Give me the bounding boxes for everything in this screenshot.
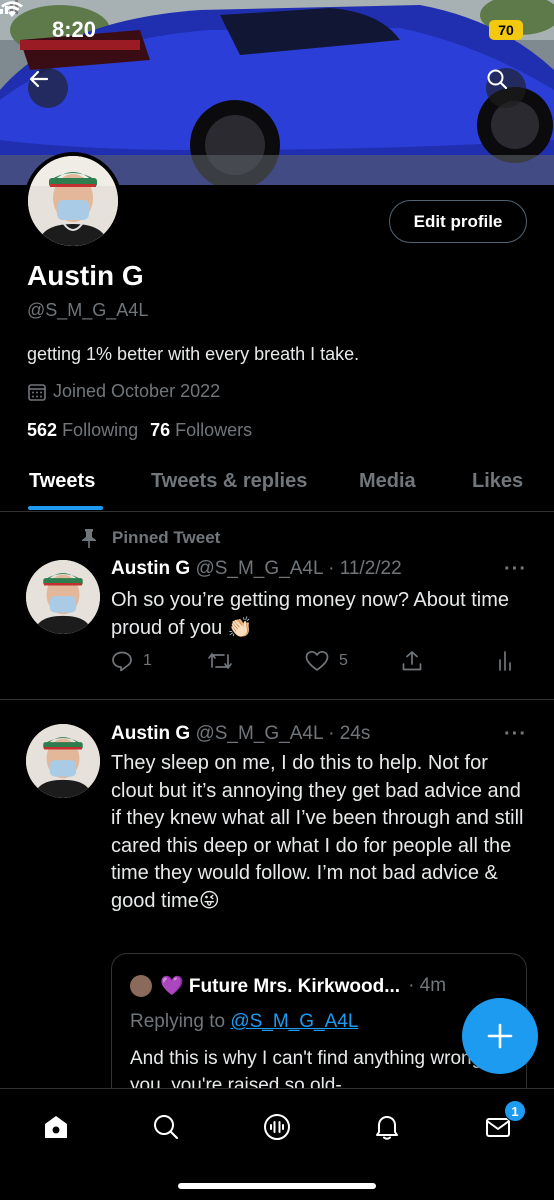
tweet-author-name[interactable]: Austin G xyxy=(111,558,190,579)
followers-label: Followers xyxy=(175,420,253,440)
followers-link[interactable]: 76 Followers xyxy=(150,420,252,441)
tweet-actions: 1 5 xyxy=(111,650,521,676)
tweet-text: Oh so you’re getting money now? About ti… xyxy=(111,589,510,639)
profile-handle: @S_M_G_A4L xyxy=(27,300,149,320)
pin-icon xyxy=(82,529,96,548)
avatar-image xyxy=(26,724,100,798)
following-label: Following xyxy=(62,420,139,440)
analytics-button[interactable] xyxy=(497,650,513,672)
heart-icon xyxy=(305,650,329,671)
status-bar: 8:20 70 xyxy=(0,0,554,56)
compose-tweet-button[interactable] xyxy=(462,998,538,1074)
tweet-avatar[interactable] xyxy=(26,560,100,634)
tweet-meta: @S_M_G_A4L · 11/2/22 xyxy=(195,558,402,579)
joined-date: Joined October 2022 xyxy=(27,381,220,402)
pinned-indicator: Pinned Tweet xyxy=(80,528,220,548)
tweet-author-name[interactable]: Austin G xyxy=(111,723,190,744)
tweet-text: They sleep on me, I do this to help. Not… xyxy=(111,752,524,912)
joined-text: Joined October 2022 xyxy=(53,381,221,401)
pinned-label: Pinned Tweet xyxy=(112,528,221,547)
avatar-image xyxy=(28,156,118,246)
quoted-tweet-avatar xyxy=(130,975,152,997)
analytics-icon xyxy=(499,651,511,671)
back-arrow-icon xyxy=(29,70,49,88)
avatar-image xyxy=(26,560,100,634)
back-button[interactable] xyxy=(28,68,68,108)
profile-bio: getting 1% better with every breath I ta… xyxy=(27,344,360,364)
search-button[interactable] xyxy=(486,68,526,108)
reply-button[interactable]: 1 xyxy=(111,650,152,672)
tweet-more-button[interactable]: ··· xyxy=(504,723,527,746)
share-button[interactable] xyxy=(401,650,423,672)
tweet-header: Austin G @S_M_G_A4L · 11/2/22 xyxy=(111,558,402,580)
bell-icon xyxy=(376,1116,398,1140)
following-link[interactable]: 562 Following xyxy=(27,420,138,441)
replying-to-handle[interactable]: @S_M_G_A4L xyxy=(230,1011,358,1032)
replying-to: Replying to @S_M_G_A4L xyxy=(130,1011,358,1033)
replying-to-prefix: Replying to xyxy=(130,1011,231,1032)
share-icon xyxy=(402,651,422,671)
explore-icon xyxy=(154,1115,179,1140)
nav-notifications[interactable] xyxy=(367,1107,407,1147)
plus-icon xyxy=(487,1023,513,1049)
reply-icon xyxy=(112,651,132,672)
reply-count: 1 xyxy=(143,652,152,669)
like-button[interactable]: 5 xyxy=(305,650,348,672)
calendar-icon xyxy=(28,383,46,401)
tab-likes[interactable]: Likes xyxy=(472,470,523,493)
tab-tweets-and-replies[interactable]: Tweets & replies xyxy=(151,470,307,493)
quoted-author-name: 💜 Future Mrs. Kirkwood... xyxy=(160,976,401,997)
like-count: 5 xyxy=(339,652,348,669)
messages-badge: 1 xyxy=(504,1100,526,1122)
tab-media[interactable]: Media xyxy=(359,470,416,493)
retweet-icon xyxy=(208,653,232,669)
edit-profile-button[interactable]: Edit profile xyxy=(389,200,527,243)
tweet-meta: @S_M_G_A4L · 24s xyxy=(195,723,371,744)
home-indicator xyxy=(178,1183,376,1189)
nav-spaces[interactable] xyxy=(257,1107,297,1147)
tab-tweets[interactable]: Tweets xyxy=(29,470,95,493)
follow-stats: 562 Following 76 Followers xyxy=(27,420,252,441)
quoted-tweet-meta: · 4m xyxy=(408,975,447,996)
battery-indicator: 70 xyxy=(489,20,523,40)
following-count: 562 xyxy=(27,420,58,440)
tweet-divider xyxy=(0,699,554,700)
status-time: 8:20 xyxy=(52,17,97,42)
quoted-tweet-header: 💜 Future Mrs. Kirkwood... · 4m xyxy=(130,974,446,998)
tweet-header: Austin G @S_M_G_A4L · 24s xyxy=(111,723,370,745)
followers-count: 76 xyxy=(150,420,171,440)
wifi-icon xyxy=(1,1,23,17)
profile-tabs: Tweets Tweets & replies Media Likes xyxy=(0,458,554,512)
spaces-icon xyxy=(264,1114,290,1140)
active-tab-indicator xyxy=(28,506,103,510)
tweet-more-button[interactable]: ··· xyxy=(504,558,527,581)
tweet-avatar[interactable] xyxy=(26,724,100,798)
nav-home[interactable] xyxy=(36,1107,76,1147)
search-icon xyxy=(487,69,508,90)
profile-avatar[interactable] xyxy=(24,152,122,250)
retweet-button[interactable] xyxy=(207,650,233,672)
nav-explore[interactable] xyxy=(146,1107,186,1147)
home-icon xyxy=(45,1116,67,1138)
profile-display-name: Austin G xyxy=(27,260,144,291)
